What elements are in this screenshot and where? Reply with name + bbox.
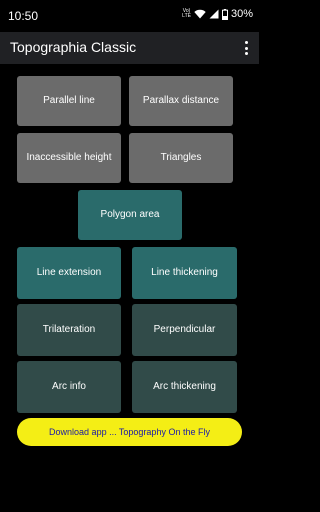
- triangles-button[interactable]: Triangles: [129, 133, 233, 183]
- battery-percent: 30%: [230, 8, 253, 20]
- line-extension-button[interactable]: Line extension: [17, 247, 121, 299]
- trilateration-button[interactable]: Trilateration: [17, 304, 121, 356]
- status-bar: 10:50 Vo) LTE 30%: [0, 0, 259, 32]
- line-thickening-button[interactable]: Line thickening: [132, 247, 237, 299]
- app-title: Topographia Classic: [10, 39, 137, 55]
- status-time: 10:50: [8, 9, 39, 23]
- polygon-area-button[interactable]: Polygon area: [78, 190, 182, 240]
- arc-thickening-button[interactable]: Arc thickening: [132, 361, 237, 413]
- parallel-line-button[interactable]: Parallel line: [17, 76, 121, 126]
- app-bar: Topographia Classic: [0, 32, 259, 64]
- overflow-menu-icon[interactable]: [241, 39, 251, 57]
- cell-signal-icon: [209, 9, 219, 19]
- arc-info-button[interactable]: Arc info: [17, 361, 121, 413]
- wifi-icon: [194, 9, 206, 19]
- download-app-button[interactable]: Download app ... Topography On the Fly: [17, 418, 242, 446]
- battery-icon: [221, 8, 228, 20]
- status-icons: Vo) LTE 30%: [182, 8, 253, 20]
- volte-icon: Vo) LTE: [182, 9, 191, 19]
- volte-bottom-label: LTE: [182, 13, 191, 19]
- parallax-distance-button[interactable]: Parallax distance: [129, 76, 233, 126]
- inaccessible-height-button[interactable]: Inaccessible height: [17, 133, 121, 183]
- perpendicular-button[interactable]: Perpendicular: [132, 304, 237, 356]
